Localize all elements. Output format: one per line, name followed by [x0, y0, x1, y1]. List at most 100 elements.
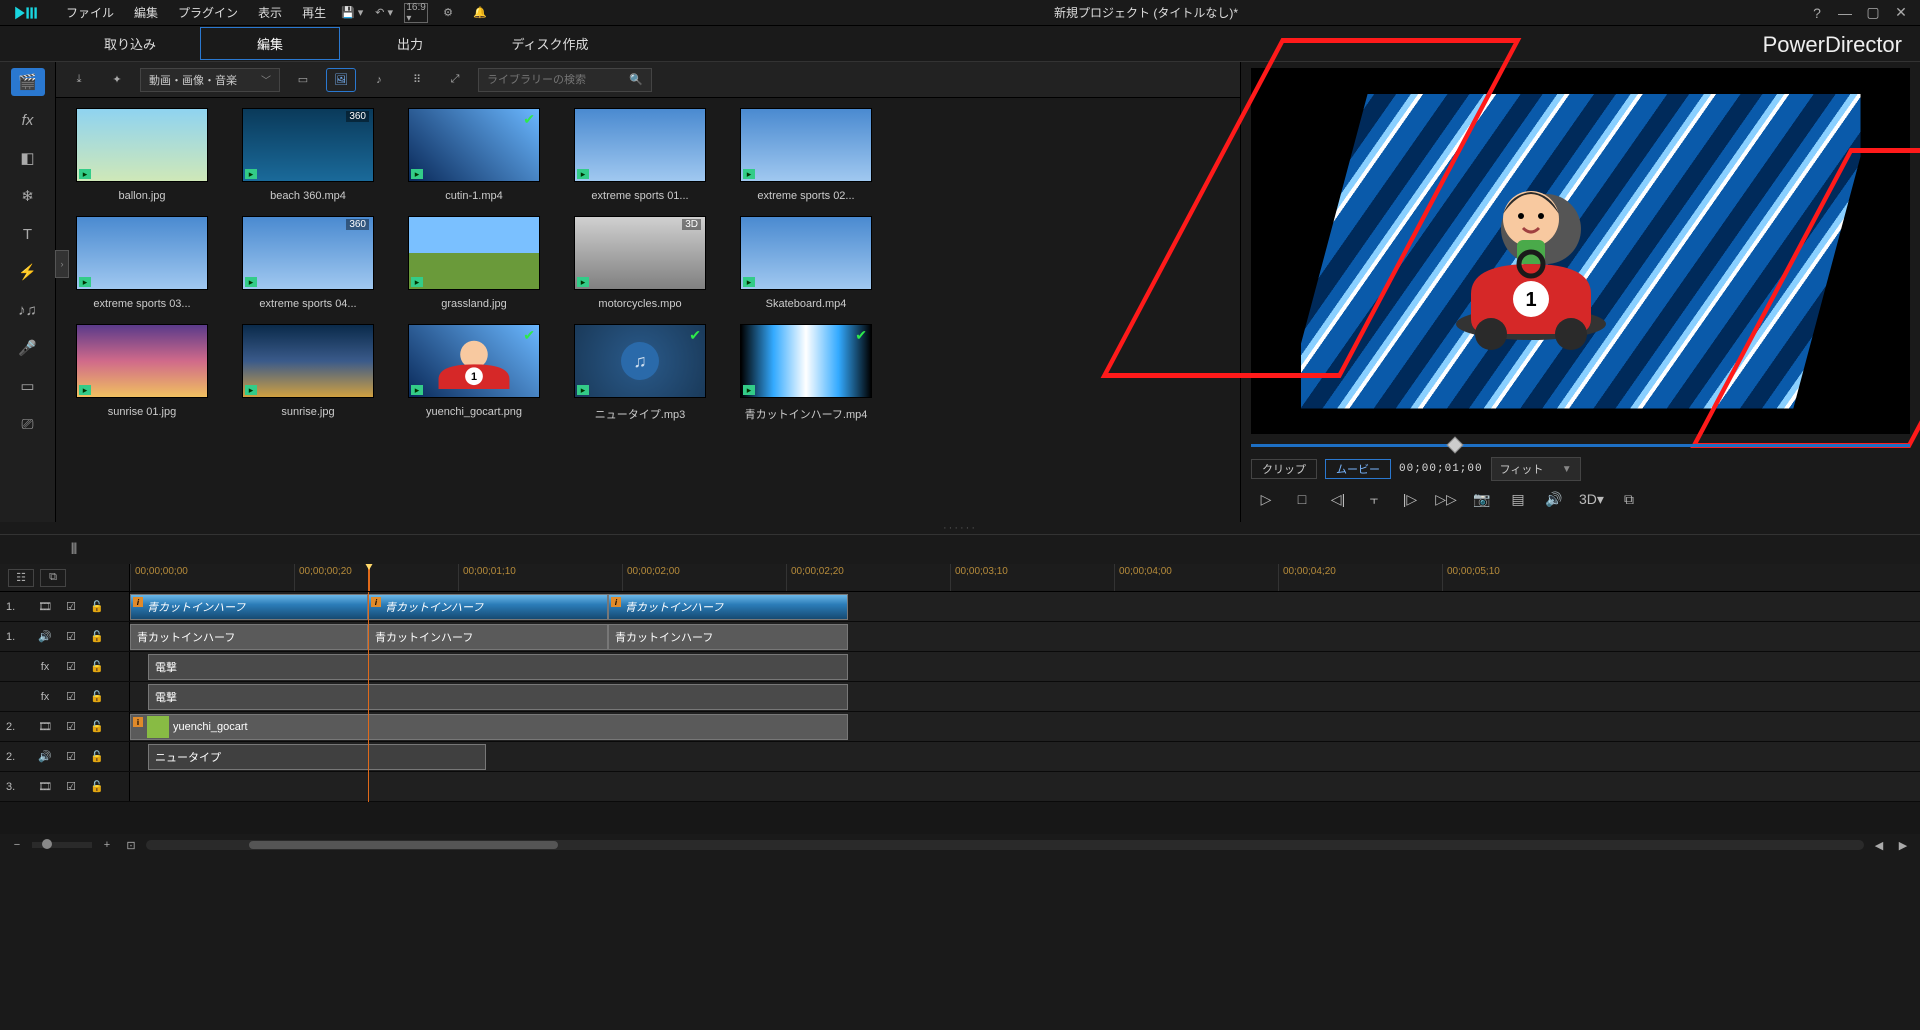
subtitle-room-icon[interactable]: ⎚	[11, 410, 45, 438]
time-ruler[interactable]: 00;00;00;0000;00;00;2000;00;01;1000;00;0…	[130, 564, 1920, 591]
library-item[interactable]: ✔1▸yuenchi_gocart.png	[404, 324, 544, 422]
menu-plugin[interactable]: プラグイン	[168, 4, 248, 21]
clip[interactable]: ニュータイプ	[148, 744, 486, 770]
filter-image-icon[interactable]: 🖼	[326, 68, 356, 92]
zoom-slider[interactable]	[32, 842, 92, 848]
clip[interactable]: i青カットインハーフ	[608, 594, 848, 620]
library-item[interactable]: ▸Skateboard.mp4	[736, 216, 876, 310]
audio-room-icon[interactable]: ♪♫	[11, 296, 45, 324]
notification-icon[interactable]: 🔔	[468, 3, 492, 23]
title-room-icon[interactable]: T	[11, 220, 45, 248]
horizontal-splitter[interactable]: ······	[0, 522, 1920, 534]
menu-play[interactable]: 再生	[292, 4, 336, 21]
clip[interactable]: 青カットインハーフ	[608, 624, 848, 650]
trim-icon[interactable]: ⫟	[1363, 488, 1385, 510]
pip-room-icon[interactable]: ◧	[11, 144, 45, 172]
filter-video-icon[interactable]: ▭	[288, 68, 318, 92]
library-item[interactable]: ▸sunrise.jpg	[238, 324, 378, 422]
next-frame-icon[interactable]: |▷	[1399, 488, 1421, 510]
track-lane[interactable]: iyuenchi_gocart	[130, 712, 1920, 741]
library-item[interactable]: 3D▸motorcycles.mpo	[570, 216, 710, 310]
library-item[interactable]: ▸grassland.jpg	[404, 216, 544, 310]
tab-import[interactable]: 取り込み	[60, 28, 200, 59]
track-header[interactable]: 3.🎞☑🔓	[0, 772, 130, 801]
track-lane[interactable]: 青カットインハーフ青カットインハーフ青カットインハーフ	[130, 622, 1920, 651]
settings-icon[interactable]: ⚙	[436, 3, 460, 23]
align-icon[interactable]: ⫴	[60, 539, 88, 561]
minimize-icon[interactable]: —	[1834, 5, 1856, 21]
library-item[interactable]: ▸extreme sports 03...	[72, 216, 212, 310]
snapshot-icon[interactable]: 📷	[1471, 488, 1493, 510]
plugin-icon[interactable]: ✦	[102, 68, 132, 92]
ruler-tool-2[interactable]: ⧉	[40, 569, 66, 587]
filter-audio-icon[interactable]: ♪	[364, 68, 394, 92]
view-grid-icon[interactable]: ⠿	[402, 68, 432, 92]
seg-clip-button[interactable]: クリップ	[1251, 459, 1317, 479]
seg-movie-button[interactable]: ムービー	[1325, 459, 1391, 479]
aspect-icon[interactable]: 16:9 ▾	[404, 3, 428, 23]
library-item[interactable]: ✔♫▸ニュータイプ.mp3	[570, 324, 710, 422]
timeline-scrollbar[interactable]	[146, 840, 1864, 850]
track-lane[interactable]: i青カットインハーフi青カットインハーフi青カットインハーフ	[130, 592, 1920, 621]
library-item[interactable]: ▸ballon.jpg	[72, 108, 212, 202]
scroll-left-icon[interactable]: ◀	[1870, 839, 1888, 852]
clip[interactable]: 青カットインハーフ	[130, 624, 368, 650]
menu-file[interactable]: ファイル	[56, 4, 124, 21]
zoom-in-icon[interactable]: +	[98, 839, 116, 851]
tab-edit[interactable]: 編集	[200, 27, 340, 60]
voice-room-icon[interactable]: 🎤	[11, 334, 45, 362]
import-icon[interactable]: ⤓	[64, 68, 94, 92]
media-room-icon[interactable]: 🎬	[11, 68, 45, 96]
library-search[interactable]: 🔍	[478, 68, 652, 92]
undock-icon[interactable]: ⧉	[1618, 488, 1640, 510]
maximize-icon[interactable]: ▢	[1862, 4, 1884, 21]
save-icon[interactable]: 💾 ▾	[340, 3, 364, 23]
clip[interactable]: iyuenchi_gocart	[130, 714, 848, 740]
3d-button[interactable]: 3D ▾	[1579, 488, 1604, 510]
close-icon[interactable]: ✕	[1890, 4, 1912, 21]
preview-screen[interactable]: 1	[1251, 68, 1910, 434]
playhead[interactable]	[368, 564, 370, 591]
library-item[interactable]: ▸extreme sports 02...	[736, 108, 876, 202]
library-item[interactable]: ✔▸青カットインハーフ.mp4	[736, 324, 876, 422]
tab-output[interactable]: 出力	[340, 28, 480, 59]
fit-dropdown[interactable]: フィット ▼	[1491, 457, 1581, 481]
track-header[interactable]: 2.🔊☑🔓	[0, 742, 130, 771]
undo-icon[interactable]: ↶ ▾	[372, 3, 396, 23]
quality-icon[interactable]: ▤	[1507, 488, 1529, 510]
stop-icon[interactable]: □	[1291, 488, 1313, 510]
expand-icon[interactable]: ⤢	[440, 68, 470, 92]
help-icon[interactable]: ?	[1806, 5, 1828, 21]
track-header[interactable]: fx☑🔓	[0, 652, 130, 681]
track-header[interactable]: 1.🔊☑🔓	[0, 622, 130, 651]
track-header[interactable]: 2.🎞☑🔓	[0, 712, 130, 741]
tab-disc[interactable]: ディスク作成	[480, 28, 620, 59]
track-lane[interactable]: 電撃	[130, 682, 1920, 711]
scroll-right-icon[interactable]: ▶	[1894, 839, 1912, 852]
menu-view[interactable]: 表示	[248, 4, 292, 21]
track-header[interactable]: 1.🎞☑🔓	[0, 592, 130, 621]
menu-edit[interactable]: 編集	[124, 4, 168, 21]
rail-expand-icon[interactable]: ›	[55, 250, 69, 278]
ruler-tool-1[interactable]: ☷	[8, 569, 34, 587]
track-header[interactable]: fx☑🔓	[0, 682, 130, 711]
clip[interactable]: 電撃	[148, 654, 848, 680]
track-lane[interactable]: 電撃	[130, 652, 1920, 681]
fast-forward-icon[interactable]: ▷▷	[1435, 488, 1457, 510]
clip[interactable]: i青カットインハーフ	[130, 594, 368, 620]
clip[interactable]: 青カットインハーフ	[368, 624, 608, 650]
library-item[interactable]: ✔▸cutin-1.mp4	[404, 108, 544, 202]
track-lane[interactable]	[130, 772, 1920, 801]
library-item[interactable]: 360▸extreme sports 04...	[238, 216, 378, 310]
clip[interactable]: i青カットインハーフ	[368, 594, 608, 620]
volume-icon[interactable]: 🔊	[1543, 488, 1565, 510]
chapter-room-icon[interactable]: ▭	[11, 372, 45, 400]
prev-frame-icon[interactable]: ◁|	[1327, 488, 1349, 510]
zoom-out-icon[interactable]: −	[8, 839, 26, 851]
particle-room-icon[interactable]: ❄	[11, 182, 45, 210]
clip[interactable]: 電撃	[148, 684, 848, 710]
scrubber-knob[interactable]	[1446, 436, 1463, 453]
library-item[interactable]: ▸extreme sports 01...	[570, 108, 710, 202]
transition-room-icon[interactable]: ⚡	[11, 258, 45, 286]
track-lane[interactable]: ニュータイプ	[130, 742, 1920, 771]
